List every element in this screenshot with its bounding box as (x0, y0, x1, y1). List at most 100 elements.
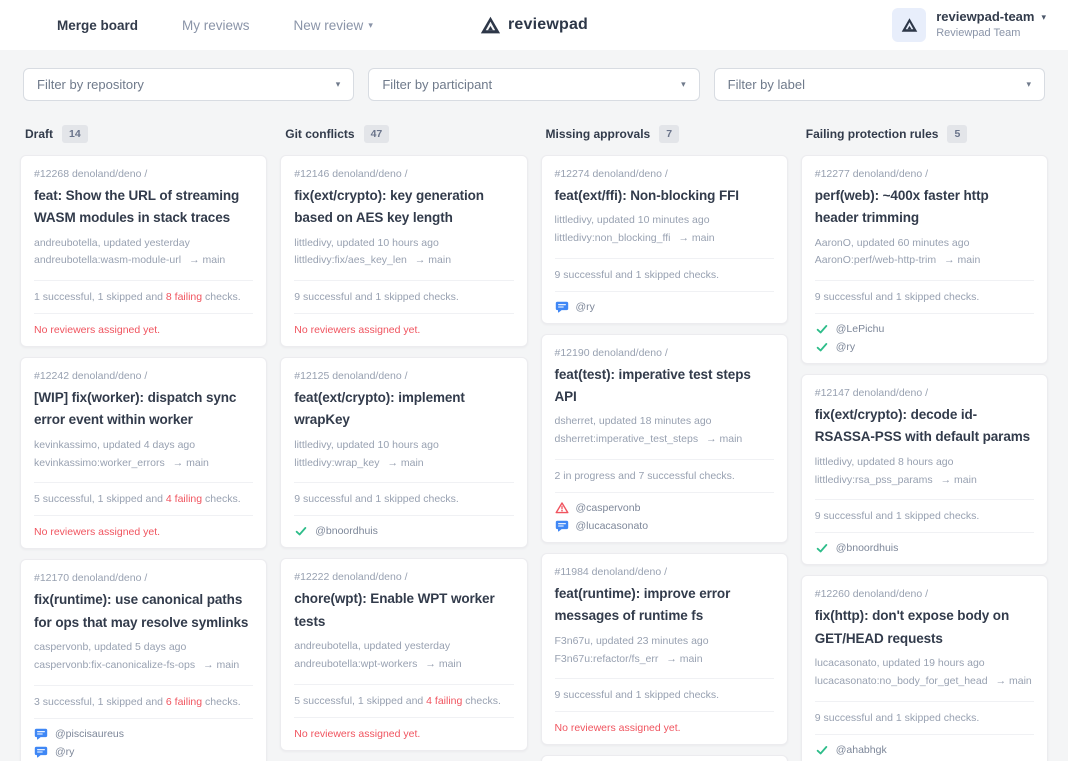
failing-checks-count: 6 failing (166, 696, 202, 708)
column-count-badge: 5 (947, 125, 967, 143)
pr-target-branch: → main (173, 455, 209, 473)
reviewer-handle[interactable]: @LePichu (836, 323, 885, 335)
warning-icon (555, 501, 569, 515)
pr-branch-line: AaronO:perf/web-http-trim → main (815, 252, 1034, 280)
pr-target-branch: → main (415, 252, 451, 270)
pr-title[interactable]: fix(http): don't expose body on GET/HEAD… (815, 605, 1034, 650)
failing-checks-count: 4 failing (426, 695, 462, 707)
pr-checks-status: 1 successful, 1 skipped and 8 failing ch… (34, 280, 253, 313)
reviewer-handle[interactable]: @bnoordhuis (836, 542, 899, 554)
column-count-badge: 47 (364, 125, 390, 143)
pr-id-repo: #11984 denoland/deno / (555, 566, 774, 578)
pr-card[interactable]: #12146 denoland/deno / fix(ext/crypto): … (280, 155, 527, 347)
checks-text: checks. (202, 291, 241, 303)
pr-card[interactable]: #12277 denoland/deno / perf(web): ~400x … (801, 155, 1048, 364)
checks-text: 9 successful and 1 skipped checks. (815, 291, 980, 303)
pr-card[interactable]: #12147 denoland/deno / fix(ext/crypto): … (801, 374, 1048, 565)
pr-id-repo: #12260 denoland/deno / (815, 588, 1034, 600)
pr-card[interactable]: #11984 denoland/deno / feat(runtime): im… (541, 553, 788, 745)
pr-card[interactable]: #12190 denoland/deno / feat(test): imper… (541, 334, 788, 543)
reviewer-handle[interactable]: @caspervonb (576, 502, 641, 514)
checks-text: 9 successful and 1 skipped checks. (815, 510, 980, 522)
pr-source-branch: andreubotella:wpt-workers (294, 656, 417, 674)
pr-card[interactable]: #12222 denoland/deno / chore(wpt): Enabl… (280, 558, 527, 750)
no-reviewers-warning: No reviewers assigned yet. (34, 515, 253, 548)
participant-filter[interactable]: Filter by participant ▾ (368, 68, 699, 101)
pr-id-repo: #12190 denoland/deno / (555, 347, 774, 359)
pr-card[interactable]: #12278 denoland/deno / feat: web Serial … (541, 755, 788, 761)
pr-title[interactable]: feat(runtime): improve error messages of… (555, 583, 774, 628)
board-column: Missing approvals 7 #12274 denoland/deno… (541, 119, 788, 761)
column-header: Draft 14 (25, 125, 267, 143)
reviewer-row: @ry (815, 340, 1034, 354)
reviewer-row: @bnoordhuis (815, 541, 1034, 555)
pr-author-updated: littledivy, updated 10 hours ago (294, 437, 513, 455)
account-name: reviewpad-team (936, 9, 1034, 26)
pr-checks-status: 9 successful and 1 skipped checks. (815, 499, 1034, 532)
pr-branch-line: caspervonb:fix-canonicalize-fs-ops → mai… (34, 657, 253, 685)
pr-source-branch: AaronO:perf/web-http-trim (815, 252, 936, 270)
reviewer-handle[interactable]: @piscisaureus (55, 728, 124, 740)
repository-filter[interactable]: Filter by repository ▾ (23, 68, 354, 101)
reviewer-handle[interactable]: @ry (55, 746, 74, 758)
pr-reviewers-list: @ry (555, 291, 774, 323)
nav-my-reviews[interactable]: My reviews (182, 18, 250, 33)
pr-id-repo: #12147 denoland/deno / (815, 387, 1034, 399)
pr-target-branch: → main (678, 230, 714, 248)
checks-text: checks. (202, 493, 241, 505)
nav-new-review[interactable]: New review ▾ (294, 18, 373, 33)
pr-title[interactable]: chore(wpt): Enable WPT worker tests (294, 588, 513, 633)
pr-card[interactable]: #12170 denoland/deno / fix(runtime): use… (20, 559, 267, 761)
pr-card[interactable]: #12125 denoland/deno / feat(ext/crypto):… (280, 357, 527, 548)
pr-title[interactable]: feat: Show the URL of streaming WASM mod… (34, 185, 253, 230)
account-menu[interactable]: reviewpad-team ▾ Reviewpad Team (892, 8, 1068, 42)
reviewer-handle[interactable]: @bnoordhuis (315, 525, 378, 537)
pr-source-branch: littledivy:wrap_key (294, 455, 379, 473)
pr-author-updated: andreubotella, updated yesterday (294, 638, 513, 656)
pr-card[interactable]: #12268 denoland/deno / feat: Show the UR… (20, 155, 267, 347)
avatar (892, 8, 926, 42)
pr-card[interactable]: #12260 denoland/deno / fix(http): don't … (801, 575, 1048, 761)
column-title: Git conflicts (285, 127, 354, 141)
reviewer-handle[interactable]: @lucacasonato (576, 520, 649, 532)
board: Draft 14 #12268 denoland/deno / feat: Sh… (0, 115, 1068, 761)
reviewer-row: @ahabhgk (815, 743, 1034, 757)
pr-title[interactable]: fix(runtime): use canonical paths for op… (34, 589, 253, 634)
pr-card[interactable]: #12274 denoland/deno / feat(ext/ffi): No… (541, 155, 788, 324)
pr-card[interactable]: #12242 denoland/deno / [WIP] fix(worker)… (20, 357, 267, 549)
pr-author-updated: caspervonb, updated 5 days ago (34, 639, 253, 657)
pr-source-branch: andreubotella:wasm-module-url (34, 252, 181, 270)
pr-checks-status: 9 successful and 1 skipped checks. (555, 678, 774, 711)
pr-reviewers-list: @caspervonb @lucacasonato (555, 492, 774, 542)
checks-text: 9 successful and 1 skipped checks. (294, 291, 459, 303)
nav-merge-board[interactable]: Merge board (57, 18, 138, 33)
comment-icon (555, 519, 569, 533)
checks-text: checks. (202, 696, 241, 708)
pr-title[interactable]: fix(ext/crypto): decode id-RSASSA-PSS wi… (815, 404, 1034, 449)
pr-checks-status: 2 in progress and 7 successful checks. (555, 459, 774, 492)
pr-branch-line: andreubotella:wpt-workers → main (294, 656, 513, 684)
reviewer-handle[interactable]: @ry (576, 301, 595, 313)
column-header: Failing protection rules 5 (806, 125, 1048, 143)
pr-id-repo: #12222 denoland/deno / (294, 571, 513, 583)
reviewer-row: @caspervonb (555, 501, 774, 515)
pr-title[interactable]: feat(ext/ffi): Non-blocking FFI (555, 185, 774, 207)
label-filter[interactable]: Filter by label ▾ (714, 68, 1045, 101)
nav-links: Merge board My reviews New review ▾ (0, 18, 373, 33)
pr-reviewers-list: @bnoordhuis (294, 515, 513, 547)
checks-text: 1 successful, 1 skipped and (34, 291, 166, 303)
pr-title[interactable]: perf(web): ~400x faster http header trim… (815, 185, 1034, 230)
reviewer-handle[interactable]: @ry (836, 341, 855, 353)
no-reviewers-warning: No reviewers assigned yet. (294, 313, 513, 346)
comment-icon (34, 727, 48, 741)
reviewer-handle[interactable]: @ahabhgk (836, 744, 887, 756)
pr-title[interactable]: [WIP] fix(worker): dispatch sync error e… (34, 387, 253, 432)
pr-title[interactable]: fix(ext/crypto): key generation based on… (294, 185, 513, 230)
check-icon (815, 322, 829, 336)
pr-title[interactable]: feat(test): imperative test steps API (555, 364, 774, 409)
pr-title[interactable]: feat(ext/crypto): implement wrapKey (294, 387, 513, 432)
pr-reviewers-list: @LePichu @ry (815, 313, 1034, 363)
top-nav: Merge board My reviews New review ▾ revi… (0, 0, 1068, 50)
pr-id-repo: #12170 denoland/deno / (34, 572, 253, 584)
pr-source-branch: littledivy:rsa_pss_params (815, 472, 933, 490)
